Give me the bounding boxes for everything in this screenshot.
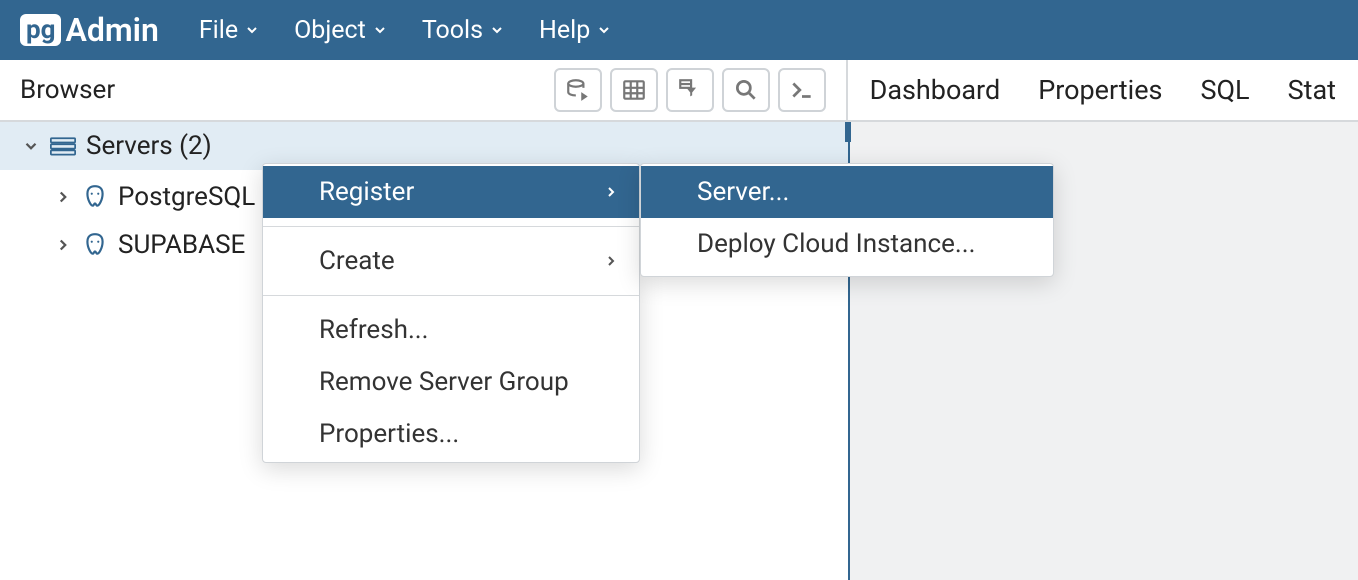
postgresql-icon <box>82 232 108 258</box>
logo-admin: Admin <box>65 11 158 49</box>
tab-sql[interactable]: SQL <box>1200 74 1249 106</box>
server-group-icon <box>50 136 76 156</box>
chevron-down-icon <box>22 137 40 155</box>
context-menu-create[interactable]: Create <box>263 235 639 287</box>
search-icon <box>733 77 759 103</box>
chevron-down-icon <box>244 22 260 38</box>
chevron-down-icon <box>489 22 505 38</box>
menu-help[interactable]: Help <box>539 16 612 45</box>
context-menu-separator <box>263 295 639 296</box>
context-submenu-server-label: Server... <box>697 177 789 207</box>
menu-bar: File Object Tools Help <box>199 16 612 45</box>
sub-header: Browser Dashboard Properties SQL Stat <box>0 60 1358 122</box>
panel-divider-handle[interactable] <box>845 122 851 142</box>
context-menu: Register Create Refresh... Remove Server… <box>262 163 640 463</box>
context-menu-remove-server-group[interactable]: Remove Server Group <box>263 356 639 408</box>
postgresql-icon <box>82 184 108 210</box>
context-menu-properties[interactable]: Properties... <box>263 408 639 460</box>
context-submenu-server[interactable]: Server... <box>641 166 1053 218</box>
context-menu-separator <box>263 226 639 227</box>
psql-tool-button[interactable] <box>778 68 826 112</box>
tree-node-servers-label: Servers (2) <box>86 131 212 161</box>
context-submenu-deploy-label: Deploy Cloud Instance... <box>697 229 976 259</box>
context-menu-remove-label: Remove Server Group <box>319 367 569 397</box>
menu-help-label: Help <box>539 16 590 45</box>
logo-pg: pg <box>20 14 61 46</box>
view-data-button[interactable] <box>610 68 658 112</box>
chevron-right-icon <box>54 236 72 254</box>
context-menu-refresh-label: Refresh... <box>319 315 429 345</box>
filter-rows-button[interactable] <box>666 68 714 112</box>
chevron-down-icon <box>372 22 388 38</box>
context-menu-refresh[interactable]: Refresh... <box>263 304 639 356</box>
menu-tools-label: Tools <box>422 16 483 45</box>
context-menu-register[interactable]: Register <box>263 166 639 218</box>
menu-object-label: Object <box>294 16 366 45</box>
database-play-icon <box>565 77 591 103</box>
query-tool-button[interactable] <box>554 68 602 112</box>
context-menu-properties-label: Properties... <box>319 419 459 449</box>
terminal-icon <box>789 77 815 103</box>
browser-toolbar <box>554 68 826 112</box>
context-menu-create-label: Create <box>319 246 395 276</box>
top-menu-bar: pg Admin File Object Tools Help <box>0 0 1358 60</box>
tab-properties[interactable]: Properties <box>1038 74 1162 106</box>
main-tabs: Dashboard Properties SQL Stat <box>848 74 1358 106</box>
app-logo: pg Admin <box>20 11 159 49</box>
tab-statistics[interactable]: Stat <box>1288 74 1336 106</box>
chevron-right-icon <box>603 184 619 200</box>
grid-icon <box>621 77 647 103</box>
context-submenu-register: Server... Deploy Cloud Instance... <box>640 163 1054 277</box>
tree-node-supabase-label: SUPABASE <box>118 230 245 260</box>
tab-dashboard[interactable]: Dashboard <box>870 74 1001 106</box>
context-menu-register-label: Register <box>319 177 414 207</box>
menu-file[interactable]: File <box>199 16 260 45</box>
filter-icon <box>677 77 703 103</box>
chevron-down-icon <box>596 22 612 38</box>
browser-panel-header: Browser <box>0 60 848 120</box>
context-submenu-deploy-cloud[interactable]: Deploy Cloud Instance... <box>641 218 1053 270</box>
search-objects-button[interactable] <box>722 68 770 112</box>
menu-object[interactable]: Object <box>294 16 388 45</box>
chevron-right-icon <box>54 188 72 206</box>
menu-tools[interactable]: Tools <box>422 16 505 45</box>
browser-label: Browser <box>20 75 115 105</box>
chevron-right-icon <box>603 253 619 269</box>
tree-node-postgresql-label: PostgreSQL <box>118 182 255 212</box>
menu-file-label: File <box>199 16 238 45</box>
